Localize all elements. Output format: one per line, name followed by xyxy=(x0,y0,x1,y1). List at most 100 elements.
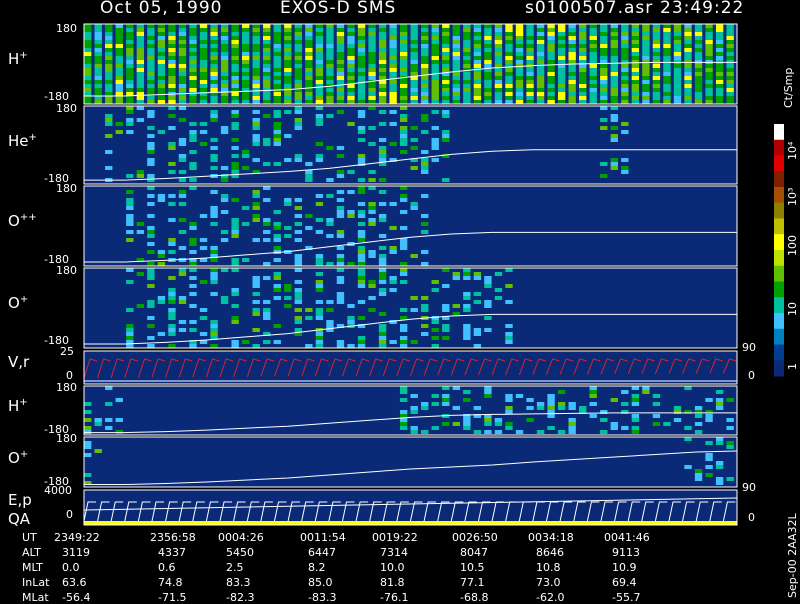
heat-cell xyxy=(126,68,134,72)
heat-cell xyxy=(515,100,524,104)
heat-cell xyxy=(557,48,566,52)
heat-cell xyxy=(705,92,713,96)
heat-cell xyxy=(147,214,155,218)
heat-cell xyxy=(199,238,208,242)
heat-cell xyxy=(442,36,450,40)
heat-cell xyxy=(726,40,734,44)
heat-cell xyxy=(694,72,703,76)
heat-cell xyxy=(715,56,724,60)
heat-cell xyxy=(178,118,187,122)
colorbar-swatch xyxy=(774,265,784,282)
heat-cell xyxy=(368,36,376,40)
heat-cell xyxy=(473,88,482,92)
heat-cell xyxy=(484,422,492,426)
heat-cell xyxy=(357,40,366,44)
heat-cell xyxy=(315,300,324,304)
heat-cell xyxy=(715,406,724,410)
heat-cell xyxy=(621,24,629,28)
heat-cell xyxy=(241,80,250,84)
heat-cell xyxy=(515,36,524,40)
heat-cell xyxy=(442,48,450,52)
heat-cell xyxy=(347,24,355,28)
heat-cell xyxy=(631,414,640,418)
heat-cell xyxy=(263,308,271,312)
heat-cell xyxy=(168,194,176,198)
heat-cell xyxy=(579,40,587,44)
heat-cell xyxy=(210,40,218,44)
heat-cell xyxy=(241,166,250,170)
heat-cell xyxy=(126,28,134,32)
heat-cell xyxy=(463,64,471,68)
heat-cell xyxy=(515,68,524,72)
heat-cell xyxy=(600,48,608,52)
heat-cell xyxy=(347,210,355,214)
heat-cell xyxy=(505,398,513,402)
heat-cell xyxy=(568,28,576,32)
heat-cell xyxy=(368,72,376,76)
heat-cell xyxy=(315,202,324,206)
eph-value-alt: 3119 xyxy=(62,546,90,559)
heat-cell xyxy=(231,110,239,114)
heat-cell xyxy=(326,262,334,266)
heat-cell xyxy=(715,80,724,84)
heat-cell xyxy=(147,44,155,48)
heat-cell xyxy=(652,24,661,28)
heat-cell xyxy=(621,28,629,32)
heat-cell xyxy=(168,28,176,32)
heat-cell xyxy=(210,76,218,80)
heat-cell xyxy=(294,48,303,52)
heat-cell xyxy=(421,150,429,154)
heat-cell xyxy=(410,410,418,414)
heat-cell xyxy=(473,76,482,80)
heat-cell xyxy=(178,100,187,104)
eph-value-mlat: -83.3 xyxy=(308,591,337,604)
heat-cell xyxy=(157,52,166,56)
heat-cell xyxy=(231,52,239,56)
heat-cell xyxy=(284,296,292,300)
heat-cell xyxy=(431,52,439,56)
heat-cell xyxy=(273,56,281,60)
colorbar-swatch xyxy=(774,344,784,361)
heat-cell xyxy=(663,28,671,32)
heat-cell xyxy=(294,32,303,36)
heat-cell xyxy=(210,272,218,276)
heat-cell xyxy=(663,80,671,84)
heat-cell xyxy=(589,52,597,56)
heat-cell xyxy=(642,76,650,80)
heat-cell xyxy=(431,84,439,88)
heat-cell xyxy=(168,80,176,84)
heat-cell xyxy=(284,110,292,114)
heat-cell xyxy=(410,40,418,44)
heat-cell xyxy=(189,60,197,64)
heat-cell xyxy=(252,206,260,210)
heat-cell xyxy=(399,198,408,202)
heat-cell xyxy=(94,56,102,60)
heat-cell xyxy=(399,336,408,340)
heat-cell xyxy=(284,52,292,56)
heat-cell xyxy=(178,88,187,92)
heat-cell xyxy=(315,194,324,198)
heat-cell xyxy=(642,44,650,48)
heat-cell xyxy=(315,122,324,126)
heat-cell xyxy=(347,170,355,174)
heat-cell xyxy=(347,96,355,100)
heat-cell xyxy=(726,28,734,32)
heat-cell xyxy=(410,394,418,398)
heat-cell xyxy=(252,284,260,288)
heat-cell xyxy=(210,96,218,100)
heat-cell xyxy=(568,60,576,64)
heat-cell xyxy=(473,48,482,52)
heat-cell xyxy=(463,390,471,394)
heat-cell xyxy=(526,44,534,48)
heat-cell xyxy=(136,56,145,60)
heat-cell xyxy=(315,344,324,348)
heat-cell xyxy=(399,52,408,56)
heat-cell xyxy=(410,28,418,32)
heat-cell xyxy=(410,166,418,170)
heat-cell xyxy=(410,96,418,100)
heat-cell xyxy=(157,80,166,84)
heat-cell xyxy=(515,92,524,96)
ytick-vr-top: 25 xyxy=(60,345,74,358)
heat-cell xyxy=(589,32,597,36)
heat-cell xyxy=(273,340,281,344)
